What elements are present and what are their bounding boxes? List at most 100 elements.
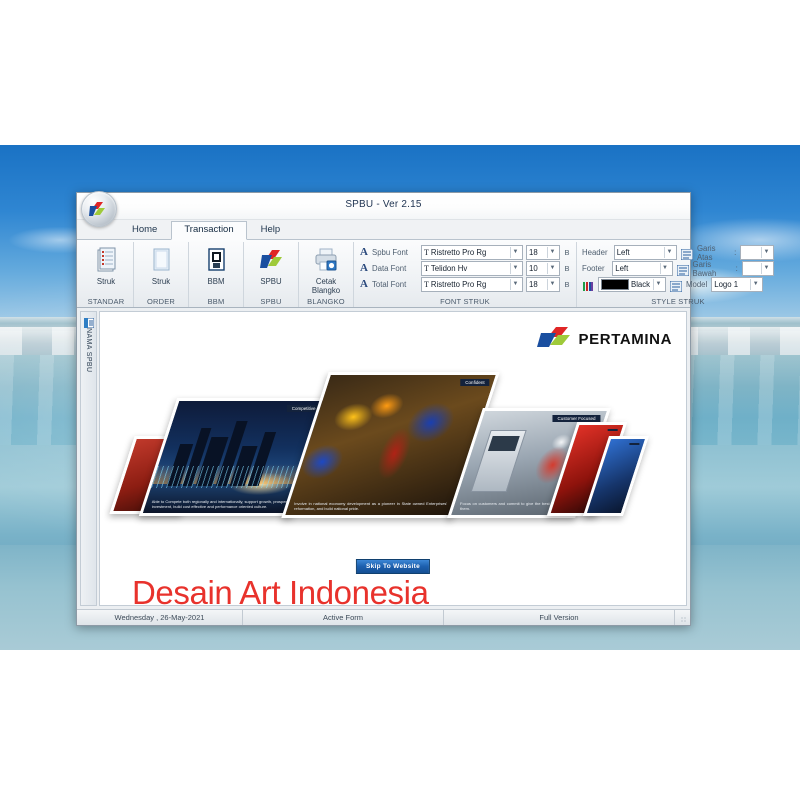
ribbon-group-bbm: BBM BBM — [189, 242, 244, 307]
font-glyph-icon: T — [424, 248, 429, 257]
total-font-bold-toggle[interactable]: B — [563, 280, 571, 289]
cetak-blangko-label: Cetak Blangko — [311, 277, 341, 295]
ribbon-group-font-struk-label: FONT STRUK — [440, 297, 490, 306]
footer-align-value: Left — [615, 264, 629, 273]
ribbon-group-font-struk: A Spbu Font T Ristretto Pro Rg ▼ 18 ▼ B — [354, 242, 577, 307]
pertamina-arrow-icon — [536, 326, 573, 353]
chevron-down-icon[interactable]: ▼ — [659, 263, 670, 274]
ribbon-group-order-label: ORDER — [146, 297, 176, 306]
carousel-panel-tag — [607, 429, 618, 431]
data-font-bold-toggle[interactable]: B — [563, 264, 571, 273]
total-font-row: A Total Font T Ristretto Pro Rg ▼ 18 ▼ B — [359, 277, 571, 292]
model-label: Model — [686, 280, 708, 289]
sidebar-item-label: NAMA SPBU — [85, 328, 92, 373]
pertamina-arrow-icon — [256, 247, 286, 276]
splash-carousel: Competitive Able to Compete both regiona… — [100, 364, 686, 539]
total-font-label: Total Font — [372, 280, 407, 289]
carousel-panel-tag: Customer Focused — [552, 415, 601, 422]
status-date: Wednesday , 26-May-2021 — [77, 610, 243, 625]
chevron-down-icon[interactable]: ▼ — [761, 263, 771, 274]
resize-grip-icon[interactable] — [675, 610, 690, 625]
struk-order-button[interactable]: Struk — [137, 244, 185, 286]
color-swatch — [601, 279, 629, 290]
data-font-value: Telidon Hv — [430, 264, 468, 273]
list-panel-icon — [83, 315, 94, 329]
total-font-size-select[interactable]: 18 ▼ — [526, 277, 560, 292]
data-font-select[interactable]: T Telidon Hv ▼ — [421, 261, 523, 276]
skip-to-website-button[interactable]: Skip To Website — [355, 559, 431, 574]
chevron-down-icon[interactable]: ▼ — [547, 247, 557, 258]
footer-label: Footer — [582, 264, 605, 273]
cetak-blangko-button[interactable]: Cetak Blangko — [302, 244, 350, 295]
struk-order-label: Struk — [151, 277, 171, 286]
ribbon-group-blangko-label: BLANGKO — [307, 297, 345, 306]
font-glyph-icon: T — [424, 280, 429, 289]
chevron-down-icon[interactable]: ▼ — [663, 247, 674, 258]
tab-help[interactable]: Help — [248, 221, 294, 239]
data-font-row: A Data Font T Telidon Hv ▼ 10 ▼ B — [359, 261, 571, 276]
ribbon-group-order: Struk ORDER — [134, 242, 189, 307]
struk-standar-label: Struk — [96, 277, 116, 286]
total-font-select[interactable]: T Ristretto Pro Rg ▼ — [421, 277, 523, 292]
carousel-panel-body: Involve in national economy development … — [294, 501, 448, 511]
total-font-size-value: 18 — [529, 280, 538, 289]
chevron-down-icon[interactable]: ▼ — [510, 247, 520, 258]
spbu-label: SPBU — [260, 277, 282, 286]
ribbon-group-style-struk: Header Left ▼ Garis Atas : ▼ Footer Left… — [577, 242, 779, 307]
spbu-font-select[interactable]: T Ristretto Pro Rg ▼ — [421, 245, 523, 260]
color-palette-icon[interactable] — [582, 279, 594, 291]
spbu-font-row: A Spbu Font T Ristretto Pro Rg ▼ 18 ▼ B — [359, 245, 571, 260]
chevron-down-icon[interactable]: ▼ — [547, 279, 557, 290]
spbu-font-bold-toggle[interactable]: B — [563, 248, 571, 257]
printer-icon — [311, 247, 341, 276]
footer-align-select[interactable]: Left ▼ — [612, 261, 673, 276]
document-list-icon — [91, 247, 121, 276]
model-select[interactable]: Logo 1 ▼ — [711, 277, 764, 292]
chevron-down-icon[interactable]: ▼ — [750, 279, 760, 290]
garis-bawah-select[interactable]: ▼ — [741, 261, 774, 276]
screen: SPBU - Ver 2.15 Home Transaction Help St… — [0, 0, 800, 800]
bbm-button[interactable]: BBM — [192, 244, 240, 286]
fuel-dispenser-icon — [201, 247, 231, 276]
header-align-select[interactable]: Left ▼ — [613, 245, 677, 260]
garis-atas-select[interactable]: ▼ — [740, 245, 775, 260]
font-glyph-icon: T — [424, 264, 429, 273]
chevron-down-icon[interactable]: ▼ — [761, 247, 771, 258]
spbu-font-size-select[interactable]: 18 ▼ — [526, 245, 560, 260]
line-style-icon — [669, 279, 683, 293]
carousel-panel-tag — [629, 443, 640, 445]
ribbon-group-bbm-label: BBM — [207, 297, 225, 306]
ribbon-group-spbu: SPBU SPBU — [244, 242, 299, 307]
mdi-splash-panel: PERTAMINA Competitive Able to Compete bo… — [99, 311, 687, 606]
application-window: SPBU - Ver 2.15 Home Transaction Help St… — [76, 191, 775, 626]
font-a-icon: A — [360, 246, 368, 258]
tab-transaction[interactable]: Transaction — [171, 221, 247, 240]
ribbon-group-standar-label: STANDAR — [87, 297, 125, 306]
title-bar: SPBU - Ver 2.15 — [77, 191, 690, 227]
garis-atas-separator: : — [734, 248, 737, 257]
status-bar: Wednesday , 26-May-2021 Active Form Full… — [77, 609, 690, 625]
struk-standar-button[interactable]: Struk — [82, 244, 130, 286]
pertamina-brand-label: PERTAMINA — [578, 331, 672, 348]
color-model-row: Black ▼ Model Logo 1 ▼ — [582, 277, 774, 293]
spbu-button[interactable]: SPBU — [247, 244, 295, 286]
data-font-size-select[interactable]: 10 ▼ — [526, 261, 560, 276]
status-version: Full Version — [444, 610, 675, 625]
chevron-down-icon[interactable]: ▼ — [547, 263, 557, 274]
color-select[interactable]: Black ▼ — [598, 277, 666, 292]
ribbon: Struk STANDAR Struk ORDER BBM BBM SPBU S… — [77, 240, 775, 308]
tab-home[interactable]: Home — [119, 221, 170, 239]
sidebar-item-nama-spbu[interactable]: NAMA SPBU — [80, 311, 97, 606]
model-value: Logo 1 — [714, 280, 739, 289]
chevron-down-icon[interactable]: ▼ — [653, 279, 663, 290]
pertamina-brand: PERTAMINA — [536, 326, 672, 353]
font-a-icon: A — [360, 278, 368, 290]
window-title: SPBU - Ver 2.15 — [345, 199, 422, 210]
client-area: NAMA SPBU PERTAMINA Competitive Able to … — [77, 308, 690, 609]
chevron-down-icon[interactable]: ▼ — [510, 279, 520, 290]
chevron-down-icon[interactable]: ▼ — [510, 263, 520, 274]
line-style-icon — [676, 263, 690, 277]
data-font-size-value: 10 — [529, 264, 538, 273]
spbu-font-label: Spbu Font — [372, 248, 408, 257]
watermark-text: Desain Art Indonesia — [132, 574, 429, 606]
